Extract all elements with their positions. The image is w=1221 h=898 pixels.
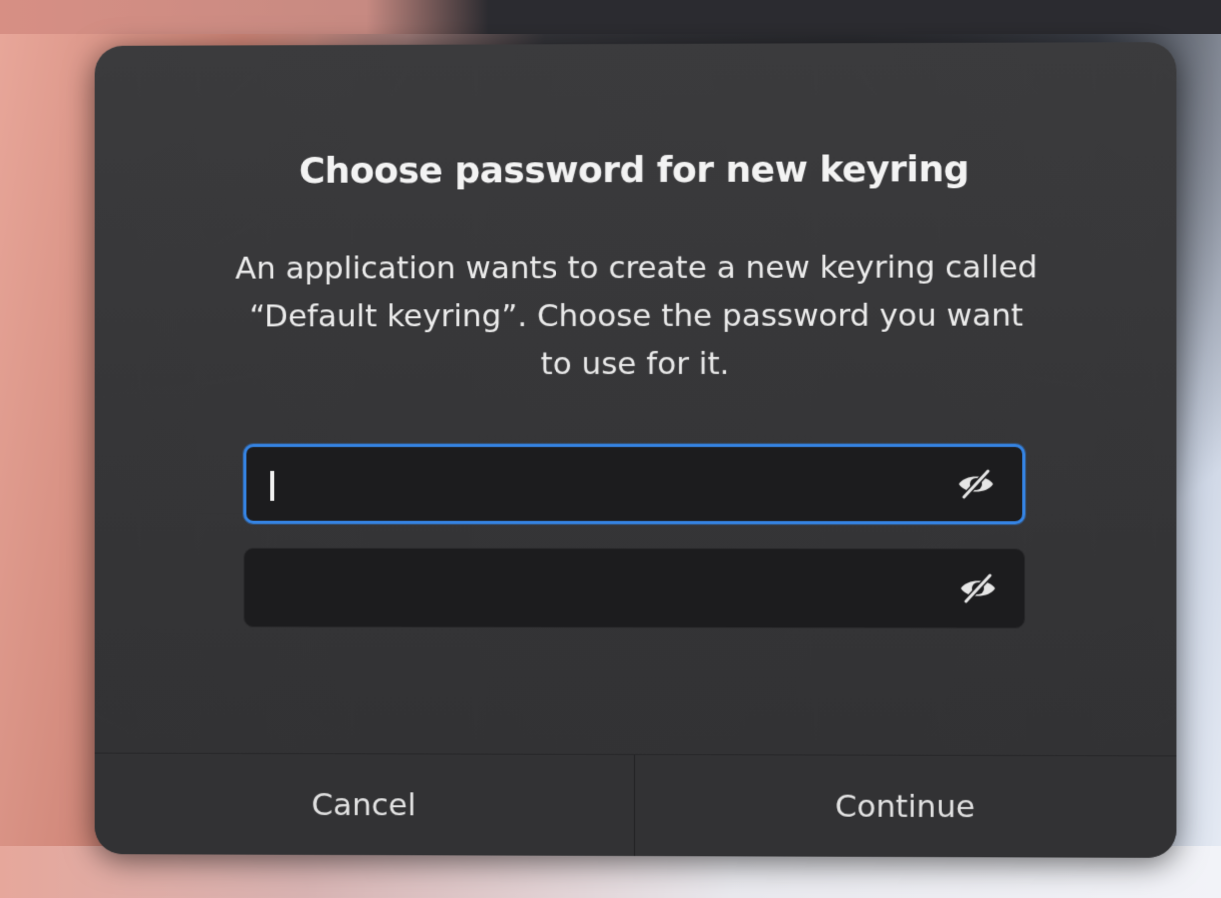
text-caret xyxy=(270,470,275,501)
password-input[interactable] xyxy=(246,446,1023,522)
confirm-password-field[interactable] xyxy=(243,547,1026,629)
eye-slash-icon[interactable] xyxy=(956,468,996,500)
keyring-password-dialog: Choose password for new keyring An appli… xyxy=(94,42,1177,858)
dialog-message: An application wants to create a new key… xyxy=(235,249,1038,383)
password-field[interactable] xyxy=(243,443,1026,525)
eye-slash-icon[interactable] xyxy=(958,572,998,604)
cancel-button[interactable]: Cancel xyxy=(94,753,634,857)
dialog-title: Choose password for new keyring xyxy=(298,149,970,192)
background-top xyxy=(0,0,1221,34)
continue-button[interactable]: Continue xyxy=(634,755,1177,858)
confirm-password-input[interactable] xyxy=(244,548,1025,628)
